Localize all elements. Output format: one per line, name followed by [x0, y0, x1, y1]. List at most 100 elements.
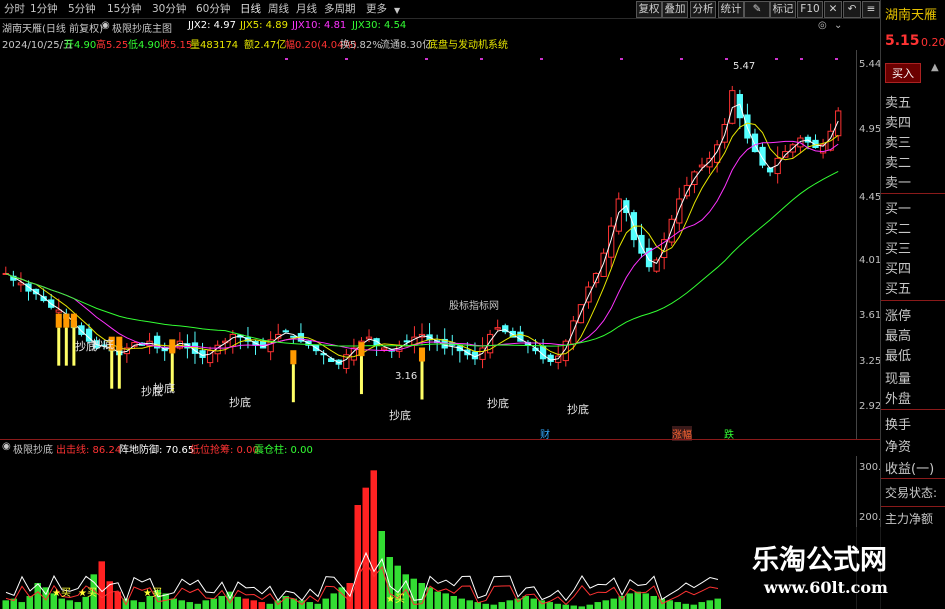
top-marker	[680, 58, 683, 60]
candle-body[interactable]	[290, 335, 297, 338]
candle-body[interactable]	[835, 110, 842, 137]
indicator-bar	[570, 605, 577, 609]
watermark-url: www.60lt.com	[764, 578, 888, 597]
indicator-bar	[586, 604, 593, 609]
candle-body[interactable]	[683, 184, 691, 197]
indicator-bar	[434, 591, 441, 609]
buy-signal-label: ★买	[52, 588, 71, 599]
statistics-button[interactable]: 统计	[718, 1, 744, 18]
sub-line-low-grab: 低位抢筹: 0.00	[190, 445, 259, 456]
top-marker-row	[285, 58, 838, 60]
indicator-bar	[2, 600, 9, 609]
indicator-bar	[610, 598, 617, 609]
ma-jjx5: JJX5: 4.89	[240, 20, 288, 31]
add-indicator-icon[interactable]: ◎	[818, 20, 827, 31]
indicator-bar	[362, 487, 369, 609]
mark-button[interactable]: 标记	[770, 1, 796, 18]
sub-line-defense: 阵地防御: 70.65	[119, 445, 195, 456]
bottom-signal-bar	[291, 364, 295, 403]
indicator-bar	[642, 593, 649, 609]
order-row: 买二	[885, 222, 912, 237]
quote-sector: 底盘与发动机系统	[428, 40, 508, 51]
period-tab-intraday[interactable]: 分时	[4, 2, 25, 16]
period-tab-15min[interactable]: 15分钟	[107, 2, 141, 16]
candle-body[interactable]	[615, 198, 622, 232]
indicator-chart[interactable]	[0, 456, 856, 609]
indicator-bar	[482, 603, 489, 609]
indicator-bar	[306, 602, 313, 609]
source-label: 股标指标网	[449, 301, 499, 312]
stat-row: 净资	[885, 440, 912, 455]
quote-low: 低4.90	[128, 40, 161, 51]
indicator-bar	[602, 600, 609, 609]
order-row: 卖二	[885, 156, 912, 171]
f10-button[interactable]: F10	[797, 1, 823, 18]
indicator-bar	[178, 600, 185, 609]
indicator-bar	[106, 581, 113, 609]
top-marker	[345, 58, 348, 60]
order-row: 卖一	[885, 176, 912, 191]
indicator-bar	[98, 561, 105, 609]
menu-icon[interactable]: ≡	[862, 1, 880, 18]
analysis-button[interactable]: 分析	[690, 1, 716, 18]
order-row: 买一	[885, 202, 912, 217]
quote-amount: 额2.47亿	[244, 40, 287, 51]
candle-body[interactable]	[570, 320, 577, 345]
candle-body[interactable]	[653, 259, 660, 272]
ma-line-jjx5	[5, 122, 839, 358]
chevron-down-icon[interactable]: ▼	[394, 4, 400, 18]
sub-settings-icon[interactable]: ◉	[2, 441, 11, 452]
indicator-bar	[234, 596, 241, 609]
period-tab-more[interactable]: 更多	[366, 2, 387, 16]
period-tab-multi[interactable]: 多周期	[324, 2, 356, 16]
price-tick: 4.45	[859, 192, 882, 203]
stat-row: 涨停	[885, 309, 912, 324]
indicator-settings-icon[interactable]: ◉	[101, 20, 110, 31]
bottom-signal-box	[55, 313, 62, 328]
candle-body[interactable]	[759, 146, 766, 166]
candle-body[interactable]	[282, 330, 289, 333]
period-tab-daily[interactable]: 日线	[240, 2, 261, 16]
candle-body[interactable]	[608, 225, 615, 258]
close-icon[interactable]: ✕	[824, 1, 842, 18]
indicator-bar	[626, 593, 633, 609]
sub-chart-header: ◉ 极限抄底 出击线: 86.24 阵地防御: 70.65 低位抢筹: 0.00…	[0, 441, 880, 456]
indicator-bar	[690, 604, 697, 609]
panel-stock-name: 湖南天雁	[885, 8, 938, 23]
overlay-button[interactable]: 叠加	[662, 1, 688, 18]
quote-date: 2024/10/25/五	[2, 40, 74, 51]
indicator-bar	[314, 603, 321, 609]
top-marker	[425, 58, 428, 60]
candle-body[interactable]	[676, 198, 683, 224]
stat-row: 主力净额	[885, 512, 934, 526]
period-tab-30min[interactable]: 30分钟	[152, 2, 186, 16]
indicator-bar	[666, 600, 673, 609]
candle-body[interactable]	[494, 327, 501, 330]
period-tab-1min[interactable]: 1分钟	[30, 2, 58, 16]
stat-row: 交易状态:	[885, 486, 938, 500]
indicator-bar	[66, 600, 73, 609]
quote-open: 开4.90	[64, 40, 97, 51]
period-tab-weekly[interactable]: 周线	[268, 2, 289, 16]
period-tab-5min[interactable]: 5分钟	[68, 2, 96, 16]
price-chart[interactable]	[0, 50, 856, 436]
period-tab-monthly[interactable]: 月线	[296, 2, 317, 16]
expand-icon[interactable]: ⌄	[834, 20, 842, 31]
drawing-tool-icon[interactable]: ✎	[744, 1, 770, 18]
indicator-bar	[554, 603, 561, 609]
panel-scroll-icon[interactable]: ▲	[931, 62, 939, 73]
buy-button[interactable]: 买入	[885, 63, 921, 83]
back-icon[interactable]: ↶	[843, 1, 861, 18]
candle-body[interactable]	[381, 347, 388, 351]
order-row: 卖四	[885, 116, 912, 131]
candle-body[interactable]	[365, 336, 373, 340]
panel-divider	[0, 439, 880, 440]
candle-body[interactable]	[736, 94, 743, 119]
indicator-bar	[562, 604, 569, 609]
adjust-button[interactable]: 复权	[636, 1, 662, 18]
indicator-bar	[138, 602, 145, 609]
indicator-bar	[370, 470, 377, 609]
bottom-signal-box	[169, 339, 176, 354]
period-tab-60min[interactable]: 60分钟	[196, 2, 230, 16]
indicator-bar	[194, 603, 201, 609]
